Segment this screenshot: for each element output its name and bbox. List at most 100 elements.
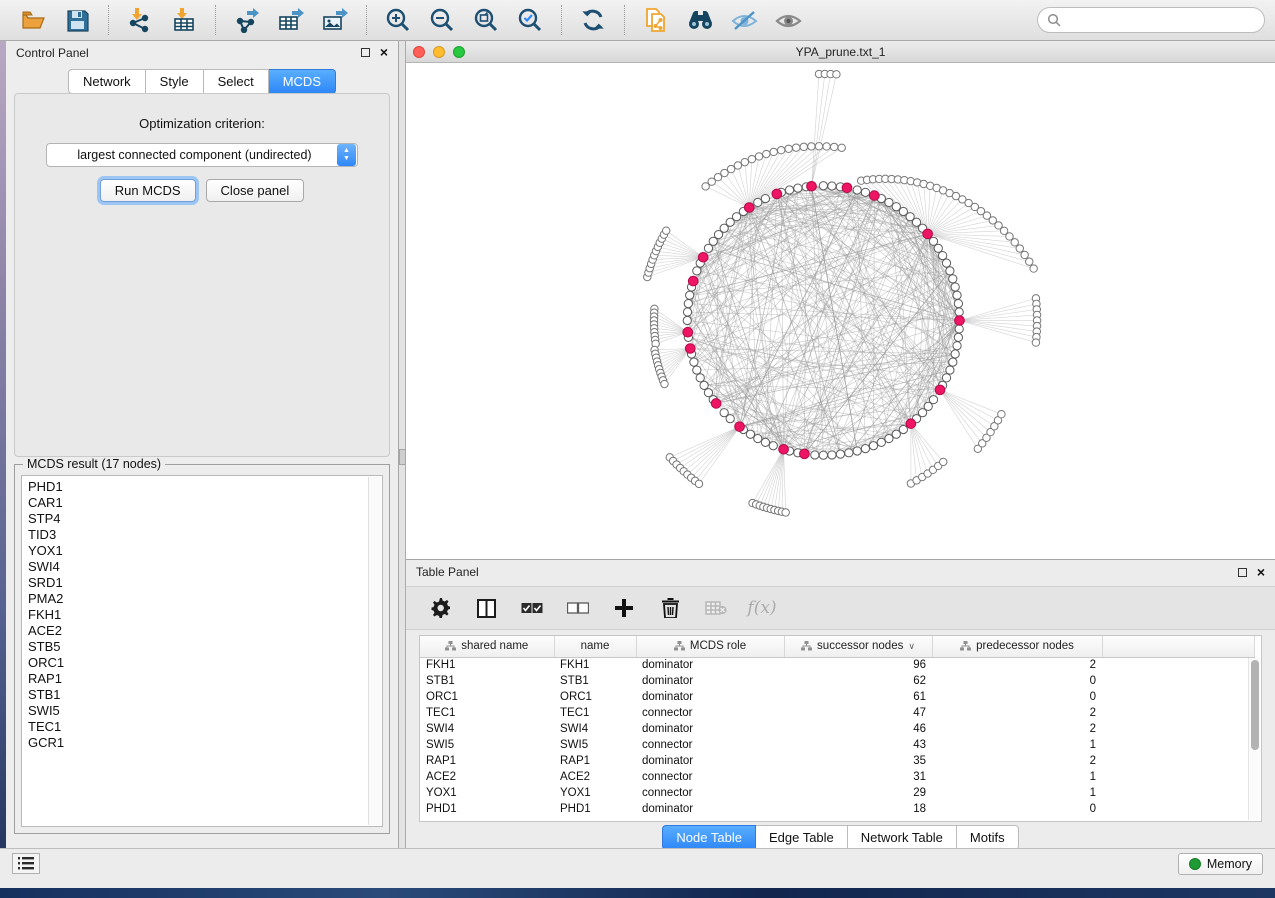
import-table-icon[interactable] [169, 5, 199, 35]
hide-selected-icon[interactable] [729, 5, 759, 35]
mcds-result-item[interactable]: PMA2 [28, 591, 382, 607]
global-search-field[interactable] [1037, 7, 1265, 33]
mcds-result-item[interactable]: FKH1 [28, 607, 382, 623]
column-header-name[interactable]: name [554, 636, 636, 657]
table-row[interactable]: STB1STB1dominator620 [420, 673, 1254, 689]
mcds-result-item[interactable]: CAR1 [28, 495, 382, 511]
zoom-in-icon[interactable] [383, 5, 413, 35]
column-header-filler [1102, 636, 1254, 657]
table-panel: Table Panel × [406, 560, 1275, 858]
mcds-result-item[interactable]: ACE2 [28, 623, 382, 639]
mcds-result-item[interactable]: ORC1 [28, 655, 382, 671]
tab-network[interactable]: Network [68, 69, 146, 94]
select-stepper-icon: ▲▼ [337, 144, 356, 166]
mcds-result-item[interactable]: RAP1 [28, 671, 382, 687]
table-row[interactable]: RAP1RAP1dominator352 [420, 753, 1254, 769]
network-window-title: YPA_prune.txt_1 [406, 45, 1275, 59]
optimization-criterion-value: largest connected component (undirected) [47, 148, 336, 162]
table-row[interactable]: PHD1PHD1dominator180 [420, 801, 1254, 817]
table-panel-title: Table Panel [416, 565, 479, 579]
tab-node-table[interactable]: Node Table [662, 825, 756, 850]
select-all-checkboxes-icon[interactable] [520, 596, 544, 620]
network-window-titlebar[interactable]: YPA_prune.txt_1 [406, 41, 1275, 63]
panel-splitter[interactable] [399, 41, 406, 858]
mcds-result-title: MCDS result (17 nodes) [23, 457, 165, 471]
network-graph[interactable] [406, 63, 1275, 559]
close-table-panel-icon[interactable]: × [1257, 568, 1265, 577]
import-network-icon[interactable] [125, 5, 155, 35]
toolbar-separator [624, 5, 625, 35]
tab-select[interactable]: Select [204, 69, 269, 94]
tab-edge-table[interactable]: Edge Table [756, 825, 848, 850]
mcds-result-item[interactable]: SRD1 [28, 575, 382, 591]
export-network-icon[interactable] [232, 5, 262, 35]
mcds-result-list[interactable]: PHD1CAR1STP4TID3YOX1SWI4SRD1PMA2FKH1ACE2… [21, 475, 383, 827]
save-session-icon[interactable] [62, 5, 92, 35]
table-row[interactable]: SWI5SWI5connector431 [420, 737, 1254, 753]
splitter-handle[interactable] [399, 449, 406, 465]
delete-column-icon[interactable] [658, 596, 682, 620]
toolbar-separator [108, 5, 109, 35]
table-row[interactable]: FKH1FKH1dominator962 [420, 657, 1254, 673]
mcds-result-item[interactable]: YOX1 [28, 543, 382, 559]
export-table-icon[interactable] [276, 5, 306, 35]
fan-nodes[interactable] [644, 70, 1041, 516]
column-layout-icon[interactable] [474, 596, 498, 620]
optimization-criterion-label: Optimization criterion: [15, 116, 389, 131]
mcds-result-item[interactable]: SWI4 [28, 559, 382, 575]
float-table-panel-icon[interactable] [1238, 568, 1247, 577]
export-image-icon[interactable] [320, 5, 350, 35]
float-panel-icon[interactable] [361, 48, 370, 57]
settings-gear-icon[interactable] [428, 596, 452, 620]
search-input[interactable] [1067, 13, 1255, 27]
toolbar-separator [215, 5, 216, 35]
zoom-fit-icon[interactable] [471, 5, 501, 35]
task-history-button[interactable] [12, 853, 40, 874]
show-all-icon[interactable] [773, 5, 803, 35]
refresh-layout-icon[interactable] [578, 5, 608, 35]
table-scrollbar-thumb[interactable] [1251, 660, 1259, 750]
mcds-result-item[interactable]: SWI5 [28, 703, 382, 719]
mcds-result-item[interactable]: PHD1 [28, 479, 382, 495]
table-toolbar: f(x) [406, 586, 1275, 630]
control-panel: Control Panel × NetworkStyleSelectMCDS O… [6, 41, 399, 858]
column-header-successor-nodes[interactable]: successor nodes∨ [784, 636, 932, 657]
add-column-icon[interactable] [612, 596, 636, 620]
open-file-icon[interactable] [18, 5, 48, 35]
table-row[interactable]: ORC1ORC1dominator610 [420, 689, 1254, 705]
optimization-criterion-select[interactable]: largest connected component (undirected)… [46, 143, 358, 167]
column-header-shared-name[interactable]: shared name [420, 636, 554, 657]
toolbar-separator [561, 5, 562, 35]
mcds-result-item[interactable]: STB5 [28, 639, 382, 655]
delete-table-disabled-icon [704, 596, 728, 620]
search-network-icon[interactable] [685, 5, 715, 35]
close-panel-button[interactable]: Close panel [206, 179, 305, 202]
mcds-result-item[interactable]: TEC1 [28, 719, 382, 735]
memory-label: Memory [1207, 857, 1252, 871]
share-clipboard-icon[interactable] [641, 5, 671, 35]
zoom-out-icon[interactable] [427, 5, 457, 35]
memory-button[interactable]: Memory [1178, 853, 1263, 875]
mcds-result-item[interactable]: STB1 [28, 687, 382, 703]
run-mcds-button[interactable]: Run MCDS [100, 179, 196, 202]
deselect-all-checkboxes-icon[interactable] [566, 596, 590, 620]
mcds-list-scrollbar[interactable] [368, 477, 381, 825]
tab-motifs[interactable]: Motifs [957, 825, 1019, 850]
table-row[interactable]: SWI4SWI4dominator462 [420, 721, 1254, 737]
network-canvas[interactable] [406, 63, 1275, 559]
tab-mcds[interactable]: MCDS [269, 69, 336, 94]
table-row[interactable]: TEC1TEC1connector472 [420, 705, 1254, 721]
main-toolbar [0, 0, 1275, 41]
tab-style[interactable]: Style [146, 69, 204, 94]
column-header-MCDS-role[interactable]: MCDS role [636, 636, 784, 657]
table-scrollbar[interactable] [1248, 658, 1260, 820]
mcds-result-item[interactable]: TID3 [28, 527, 382, 543]
close-panel-icon[interactable]: × [380, 48, 388, 57]
zoom-selected-icon[interactable] [515, 5, 545, 35]
mcds-result-item[interactable]: STP4 [28, 511, 382, 527]
tab-network-table[interactable]: Network Table [848, 825, 957, 850]
column-header-predecessor-nodes[interactable]: predecessor nodes [932, 636, 1102, 657]
table-row[interactable]: ACE2ACE2connector311 [420, 769, 1254, 785]
table-row[interactable]: YOX1YOX1connector291 [420, 785, 1254, 801]
mcds-result-item[interactable]: GCR1 [28, 735, 382, 751]
